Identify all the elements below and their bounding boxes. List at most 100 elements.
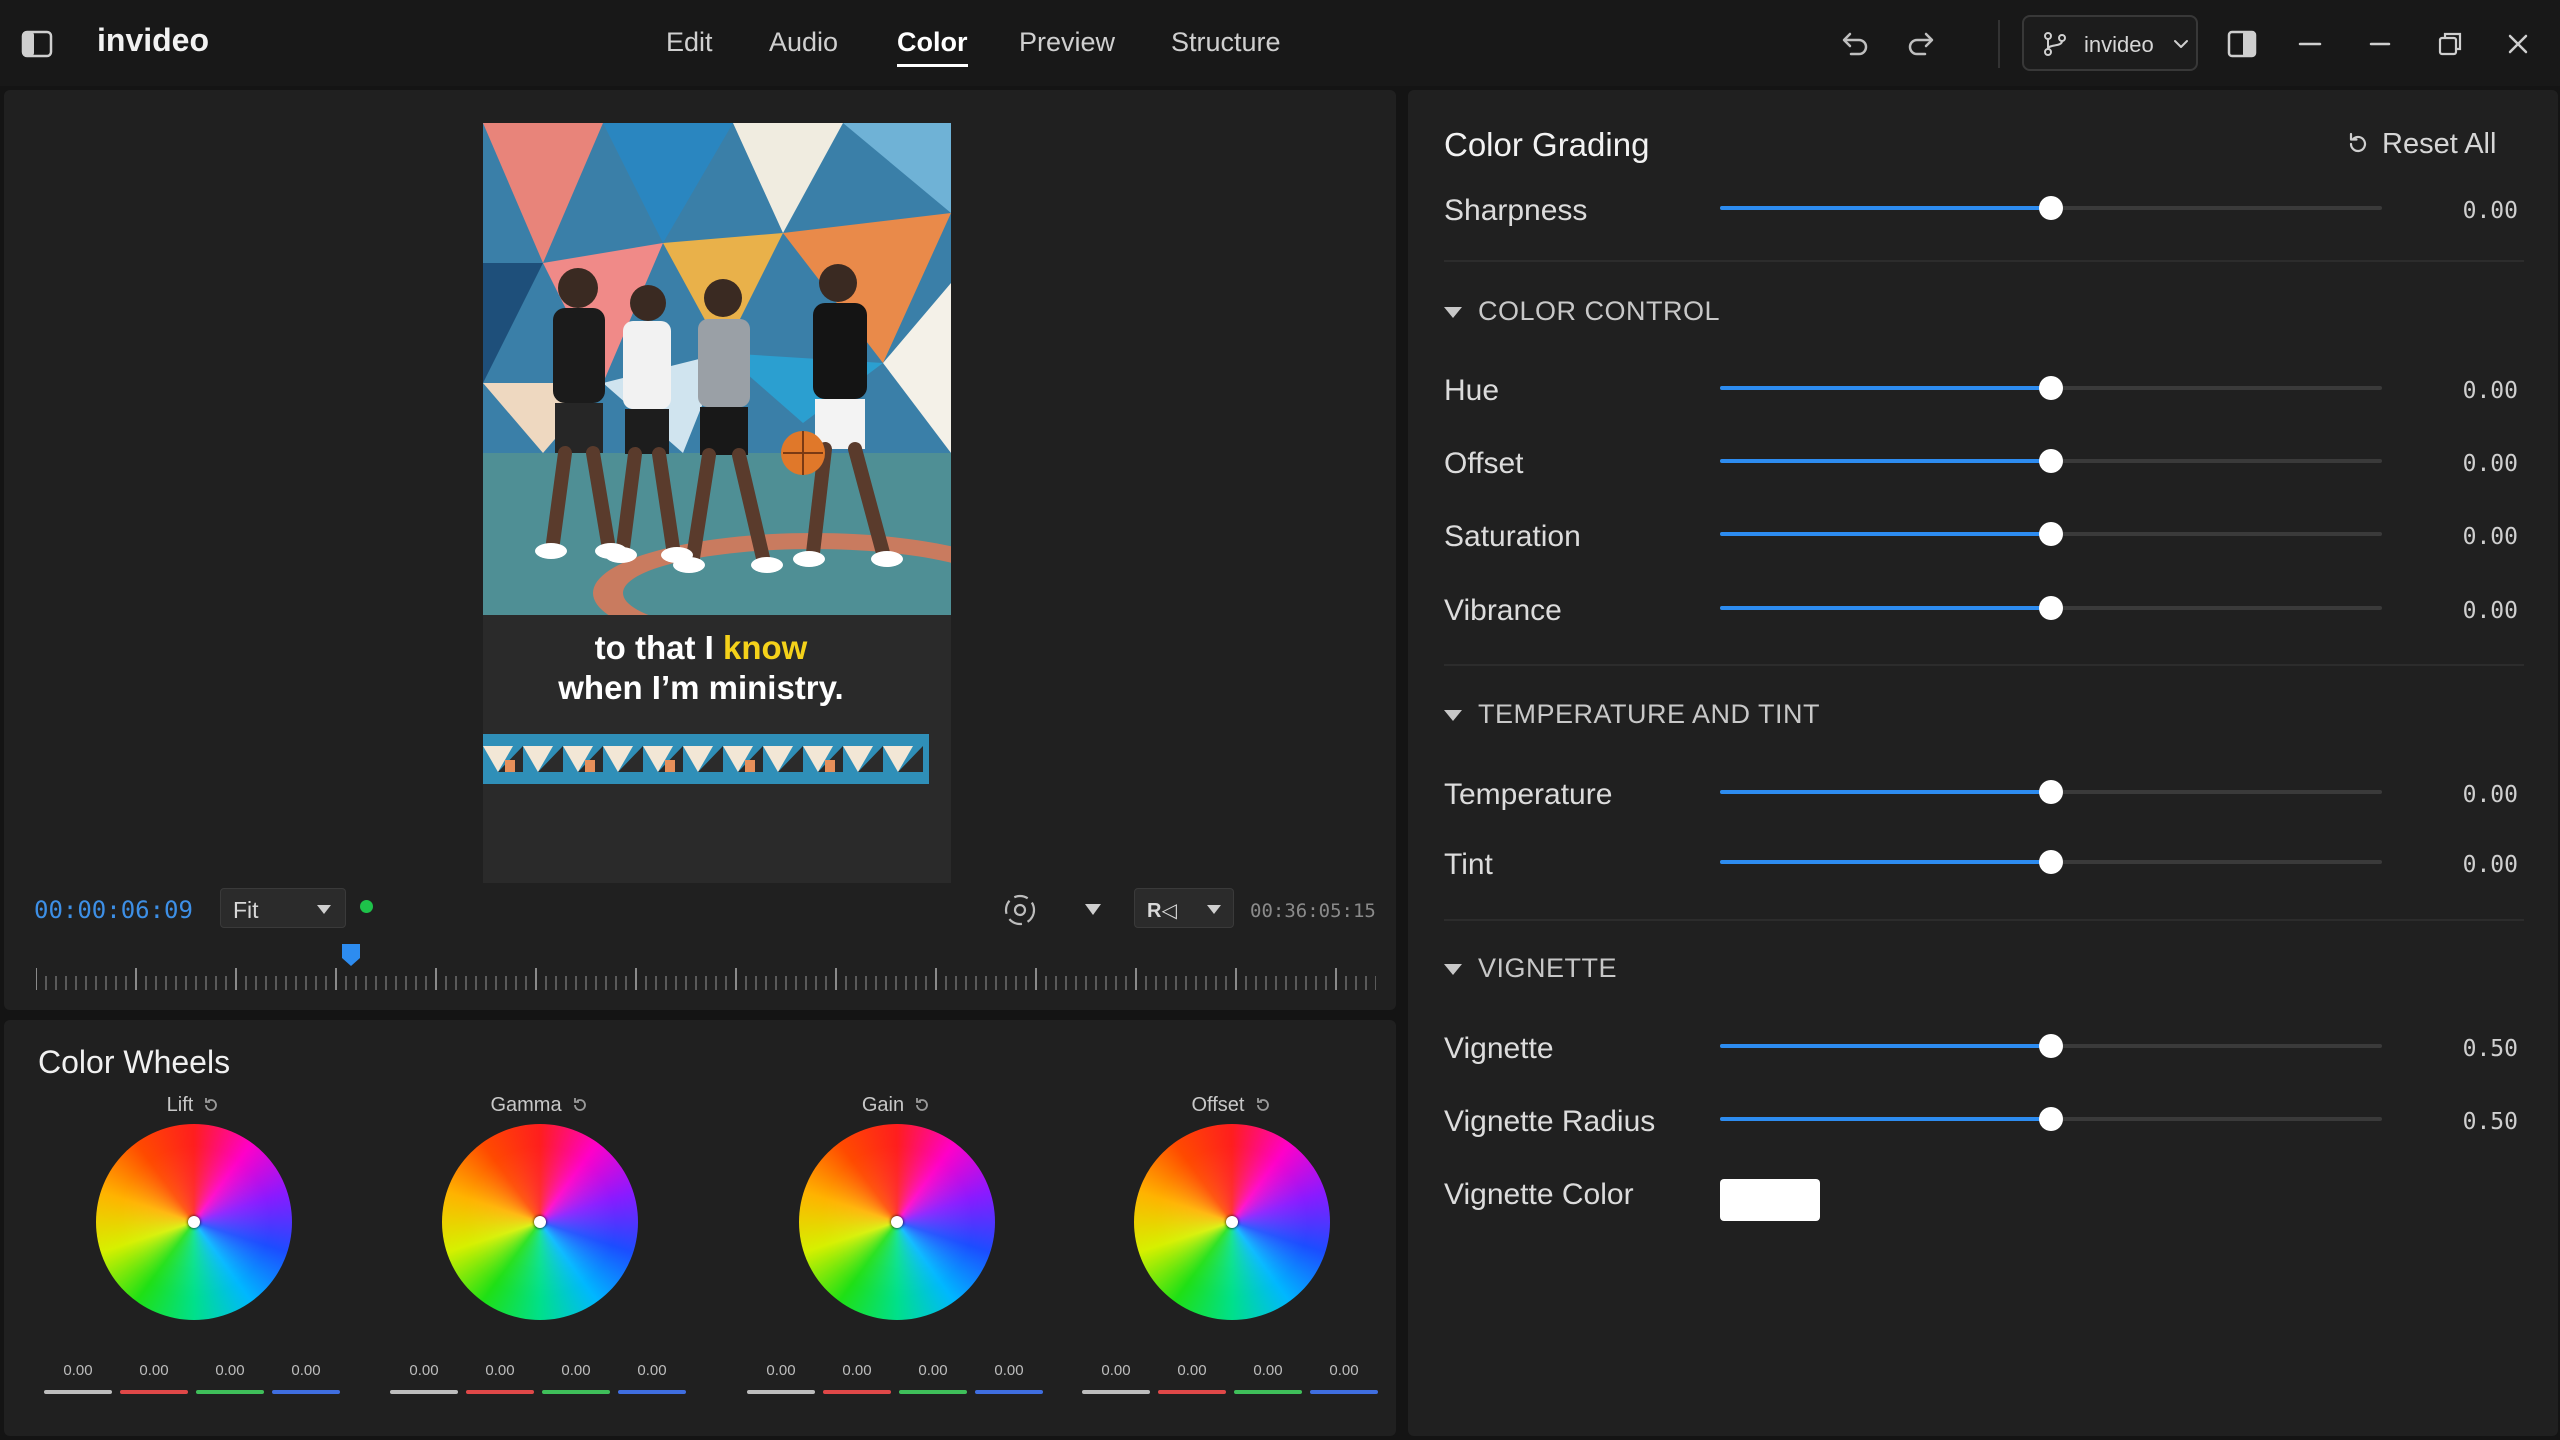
wheel-value-green[interactable]: 0.00 [899,1362,967,1379]
close-icon[interactable] [2500,26,2536,62]
minimize-icon[interactable] [2292,26,2328,62]
wheel-header: Offset [1082,1090,1382,1120]
slider-thumb[interactable] [2039,850,2063,874]
viewer-panel: to that I know when I’m ministry. 00:00:… [4,90,1396,1010]
slider-value-offset[interactable]: 0.00 [2448,451,2518,477]
slider-sharpness[interactable] [1720,196,2382,220]
current-timecode[interactable]: 00:00:06:09 [34,896,193,924]
slider-value-tint[interactable]: 0.00 [2448,852,2518,878]
slider-vignette[interactable] [1720,1034,2382,1058]
tab-preview[interactable]: Preview [1019,27,1115,58]
project-label: invideo [2084,32,2154,57]
slider-vignette-radius[interactable] [1720,1107,2382,1131]
playback-mode-select[interactable]: R◁ [1134,888,1234,928]
wheel-value-red[interactable]: 0.00 [1158,1362,1226,1379]
color-wheel[interactable] [96,1124,292,1320]
slider-vibrance[interactable] [1720,596,2382,620]
wheel-lift: Lift 0.00 0.00 0.00 0.00 [44,1090,344,1410]
playhead-handle[interactable] [340,942,362,968]
tab-audio[interactable]: Audio [769,27,838,58]
slider-thumb[interactable] [2039,522,2063,546]
panel-layout-icon[interactable] [2224,26,2260,62]
snapshot-target-icon[interactable] [1002,892,1038,928]
wheel-value-master[interactable]: 0.00 [390,1362,458,1379]
undo-icon[interactable] [1836,26,1872,62]
reset-icon[interactable] [570,1095,590,1115]
slider-value-vignette-radius[interactable]: 0.50 [2448,1109,2518,1135]
slider-fill [1720,386,2051,390]
zoom-fit-value: Fit [233,897,259,923]
slider-thumb[interactable] [2039,596,2063,620]
channel-bar-red [466,1390,534,1394]
slider-tint[interactable] [1720,850,2382,874]
dropdown-arrow-icon [1207,905,1221,914]
vignette-color-swatch[interactable] [1720,1179,1820,1221]
tab-structure[interactable]: Structure [1171,27,1281,58]
sidebar-toggle-icon[interactable] [20,27,54,61]
reset-icon[interactable] [201,1095,221,1115]
tab-color[interactable]: Color [897,27,968,67]
slider-thumb[interactable] [2039,1034,2063,1058]
slider-value-temperature[interactable]: 0.00 [2448,782,2518,808]
timeline-ruler[interactable] [36,966,1376,992]
caption-highlight: know [722,629,808,666]
wheel-value-master[interactable]: 0.00 [44,1362,112,1379]
wheel-center-handle[interactable] [891,1216,903,1228]
slider-temperature[interactable] [1720,780,2382,804]
wheel-value-red[interactable]: 0.00 [120,1362,188,1379]
slider-value-sharpness[interactable]: 0.00 [2448,198,2518,224]
slider-value-vibrance[interactable]: 0.00 [2448,598,2518,624]
project-switcher[interactable]: invideo [2022,15,2198,71]
wheel-value-green[interactable]: 0.00 [196,1362,264,1379]
slider-thumb[interactable] [2039,196,2063,220]
wheel-value-red[interactable]: 0.00 [466,1362,534,1379]
slider-offset[interactable] [1720,449,2382,473]
wheel-value-green[interactable]: 0.00 [542,1362,610,1379]
reset-icon[interactable] [912,1095,932,1115]
status-dot [360,900,373,913]
slider-thumb[interactable] [2039,1107,2063,1131]
slider-label-tint: Tint [1444,848,1493,881]
wheel-value-blue[interactable]: 0.00 [272,1362,340,1379]
wheel-values: 0.00 0.00 0.00 0.00 [44,1362,344,1394]
slider-value-saturation[interactable]: 0.00 [2448,524,2518,550]
wheel-value-master[interactable]: 0.00 [1082,1362,1150,1379]
slider-saturation[interactable] [1720,522,2382,546]
reset-icon[interactable] [1253,1095,1273,1115]
wheel-value-red[interactable]: 0.00 [823,1362,891,1379]
slider-value-vignette[interactable]: 0.50 [2448,1036,2518,1062]
slider-label-temperature: Temperature [1444,778,1613,811]
slider-hue[interactable] [1720,376,2382,400]
wheel-center-handle[interactable] [188,1216,200,1228]
wheel-label: Gain [861,1093,905,1116]
wheel-value-blue[interactable]: 0.00 [975,1362,1043,1379]
slider-thumb[interactable] [2039,376,2063,400]
wheel-value-green[interactable]: 0.00 [1234,1362,1302,1379]
wheel-center-handle[interactable] [534,1216,546,1228]
snapshot-dropdown-icon[interactable] [1085,904,1101,915]
minimize-alt-icon[interactable] [2362,26,2398,62]
video-preview[interactable]: to that I know when I’m ministry. [483,123,951,883]
tab-edit[interactable]: Edit [666,27,713,58]
slider-label-sharpness: Sharpness [1444,194,1588,227]
slider-thumb[interactable] [2039,780,2063,804]
color-wheel[interactable] [799,1124,995,1320]
collapse-caret-icon [1444,964,1462,975]
zoom-fit-select[interactable]: Fit [220,888,346,928]
redo-icon[interactable] [1904,26,1940,62]
pattern-strip [483,734,929,784]
slider-label-vignette: Vignette [1444,1032,1554,1065]
wheel-value-blue[interactable]: 0.00 [618,1362,686,1379]
color-wheel[interactable] [1134,1124,1330,1320]
wheel-value-blue[interactable]: 0.00 [1310,1362,1378,1379]
slider-value-hue[interactable]: 0.00 [2448,378,2518,404]
slider-fill [1720,606,2051,610]
color-wheel[interactable] [442,1124,638,1320]
channel-bar-blue [272,1390,340,1394]
total-duration: 00:36:05:15 [1250,900,1376,922]
slider-thumb[interactable] [2039,449,2063,473]
restore-icon[interactable] [2432,26,2468,62]
channel-bar-red [1158,1390,1226,1394]
wheel-center-handle[interactable] [1226,1216,1238,1228]
wheel-value-master[interactable]: 0.00 [747,1362,815,1379]
